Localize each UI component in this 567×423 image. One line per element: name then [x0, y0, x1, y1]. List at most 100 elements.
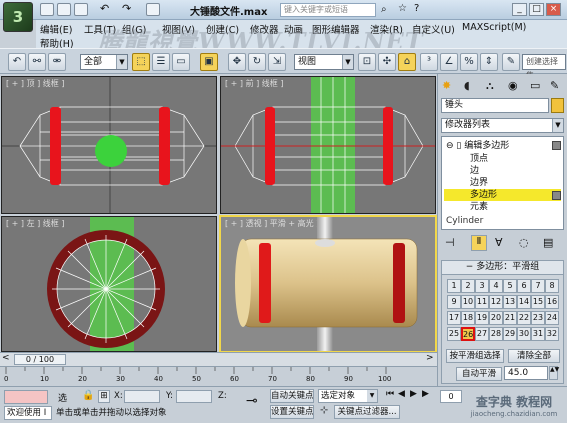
help-icon[interactable]: ?: [414, 3, 419, 14]
sg-button-15[interactable]: 15: [531, 295, 545, 309]
sg-button-4[interactable]: 4: [489, 279, 503, 293]
x-coordinate-input[interactable]: [124, 390, 160, 403]
sg-button-5[interactable]: 5: [503, 279, 517, 293]
hierarchy-tab-icon[interactable]: ⛬: [486, 79, 494, 93]
undo-icon[interactable]: ↶: [100, 3, 114, 16]
stack-item-edit-poly[interactable]: ⊖ ▯ 编辑多边形: [446, 140, 509, 152]
sg-button-13[interactable]: 13: [503, 295, 517, 309]
sg-button-28[interactable]: 28: [489, 327, 503, 341]
search-icon[interactable]: ⌕: [381, 4, 387, 15]
stack-item-border[interactable]: 边界: [470, 177, 488, 189]
select-object-icon[interactable]: ⬚: [132, 53, 150, 71]
sg-button-10[interactable]: 10: [461, 295, 475, 309]
key-icon[interactable]: ⊸: [246, 393, 258, 409]
selection-filter-dropdown[interactable]: 全部 ▼: [80, 54, 128, 70]
track-bar[interactable]: 0 10 20 30 40 50 60 70 80 90 100: [0, 366, 437, 386]
set-key-button[interactable]: 设置关键点: [270, 405, 314, 419]
viewport-left[interactable]: [ + ] 左 ] 线框 ]: [1, 216, 217, 352]
pin-stack-icon[interactable]: ⊣: [445, 236, 455, 249]
sg-button-31[interactable]: 31: [531, 327, 545, 341]
y-coordinate-input[interactable]: [176, 390, 212, 403]
auto-smooth-threshold-input[interactable]: 45.0: [504, 366, 548, 380]
keyboard-shortcut-override-icon[interactable]: ⌂: [398, 53, 416, 71]
make-unique-icon[interactable]: ∀: [495, 236, 503, 249]
time-slider-next-icon[interactable]: >: [426, 353, 434, 363]
time-slider[interactable]: < 0 / 100 >: [0, 352, 437, 366]
viewport-top[interactable]: [ + ] 顶 ] 线框 ]: [1, 76, 217, 214]
viewport-perspective[interactable]: [ + ] 透视 ] 平滑 + 高光 ]: [219, 215, 437, 353]
sg-button-2[interactable]: 2: [461, 279, 475, 293]
rect-selection-region-icon[interactable]: ▭: [172, 53, 190, 71]
project-folder-icon[interactable]: [146, 3, 160, 16]
select-rotate-icon[interactable]: ↻: [248, 53, 266, 71]
sg-button-16[interactable]: 16: [545, 295, 559, 309]
undo-icon[interactable]: ↶: [8, 53, 26, 71]
create-tab-icon[interactable]: ✸: [442, 79, 451, 92]
spinner-snap-icon[interactable]: ⇕: [480, 53, 498, 71]
stack-item-polygon[interactable]: 多边形: [444, 189, 561, 201]
utilities-tab-icon[interactable]: ✎: [550, 79, 559, 92]
sg-button-30[interactable]: 30: [517, 327, 531, 341]
sg-button-9[interactable]: 9: [447, 295, 461, 309]
sg-button-7[interactable]: 7: [531, 279, 545, 293]
select-scale-icon[interactable]: ⇲: [268, 53, 286, 71]
sg-button-11[interactable]: 11: [475, 295, 489, 309]
new-file-icon[interactable]: [40, 3, 54, 16]
rollout-title[interactable]: − 多边形：平滑组: [442, 261, 563, 275]
stack-item-cylinder[interactable]: Cylinder: [446, 215, 483, 227]
link-icon[interactable]: ⚯: [28, 53, 46, 71]
absolute-mode-icon[interactable]: ⊞: [98, 390, 110, 403]
select-by-sg-button[interactable]: 按平滑组选择: [446, 349, 504, 363]
sg-button-29[interactable]: 29: [503, 327, 517, 341]
unlink-icon[interactable]: ⚮: [48, 53, 66, 71]
modifier-list-dropdown[interactable]: 修改器列表 ▼: [441, 118, 564, 133]
pivot-center-icon[interactable]: ⊡: [358, 53, 376, 71]
angle-snap-icon[interactable]: ∠: [440, 53, 458, 71]
show-end-result-icon[interactable]: Ⅱ: [471, 235, 487, 251]
close-button[interactable]: ×: [546, 3, 561, 16]
motion-tab-icon[interactable]: ◉: [508, 79, 518, 92]
stack-item-vertex[interactable]: 顶点: [470, 153, 488, 165]
sg-button-32[interactable]: 32: [545, 327, 559, 341]
open-file-icon[interactable]: [57, 3, 71, 16]
object-name-field[interactable]: 锤头: [441, 98, 549, 113]
sg-button-19[interactable]: 19: [475, 311, 489, 325]
maximize-button[interactable]: □: [529, 3, 544, 16]
reference-coord-dropdown[interactable]: 视图 ▼: [294, 54, 354, 70]
auto-smooth-button[interactable]: 自动平滑: [456, 367, 502, 381]
go-to-start-icon[interactable]: ⏮: [386, 389, 394, 399]
key-filters-button[interactable]: 关键点过滤器...: [334, 405, 400, 419]
sg-button-21[interactable]: 21: [503, 311, 517, 325]
spinner-arrows-icon[interactable]: ▲▼: [549, 366, 559, 380]
sg-button-18[interactable]: 18: [461, 311, 475, 325]
object-color-swatch[interactable]: [551, 98, 564, 113]
viewport-front[interactable]: [ + ] 前 ] 线框 ]: [220, 76, 436, 214]
time-slider-prev-icon[interactable]: <: [2, 353, 10, 363]
select-by-name-icon[interactable]: ☰: [152, 53, 170, 71]
menu-edit[interactable]: 编辑(E): [40, 22, 72, 36]
sg-button-12[interactable]: 12: [489, 295, 503, 309]
edit-named-selection-icon[interactable]: ✎: [502, 53, 520, 71]
remove-modifier-icon[interactable]: ◌: [519, 236, 529, 249]
percent-snap-icon[interactable]: %: [460, 53, 478, 71]
current-frame-input[interactable]: 0: [440, 390, 462, 403]
maxscript-listener-pink[interactable]: [4, 390, 48, 404]
sg-button-8[interactable]: 8: [545, 279, 559, 293]
snaps-toggle-icon[interactable]: ³: [420, 53, 438, 71]
display-tab-icon[interactable]: ▭: [530, 79, 540, 92]
configure-modifier-sets-icon[interactable]: ▤: [543, 236, 553, 249]
welcome-text[interactable]: 欢迎使用 I: [4, 406, 52, 420]
menu-maxscript[interactable]: MAXScript(M): [462, 22, 526, 33]
select-move-icon[interactable]: ✥: [228, 53, 246, 71]
modify-tab-icon[interactable]: ◖: [464, 79, 470, 92]
stack-item-element[interactable]: 元素: [470, 201, 488, 213]
sg-button-26[interactable]: 26: [461, 327, 475, 341]
sg-button-24[interactable]: 24: [545, 311, 559, 325]
next-frame-icon[interactable]: ▶: [422, 389, 429, 399]
lock-selection-icon[interactable]: 🔒: [82, 390, 94, 401]
play-icon[interactable]: ▶: [410, 389, 417, 399]
clear-all-button[interactable]: 清除全部: [508, 349, 560, 363]
window-crossing-icon[interactable]: ▣: [200, 53, 218, 71]
sg-button-20[interactable]: 20: [489, 311, 503, 325]
previous-frame-icon[interactable]: ◀: [398, 389, 405, 399]
